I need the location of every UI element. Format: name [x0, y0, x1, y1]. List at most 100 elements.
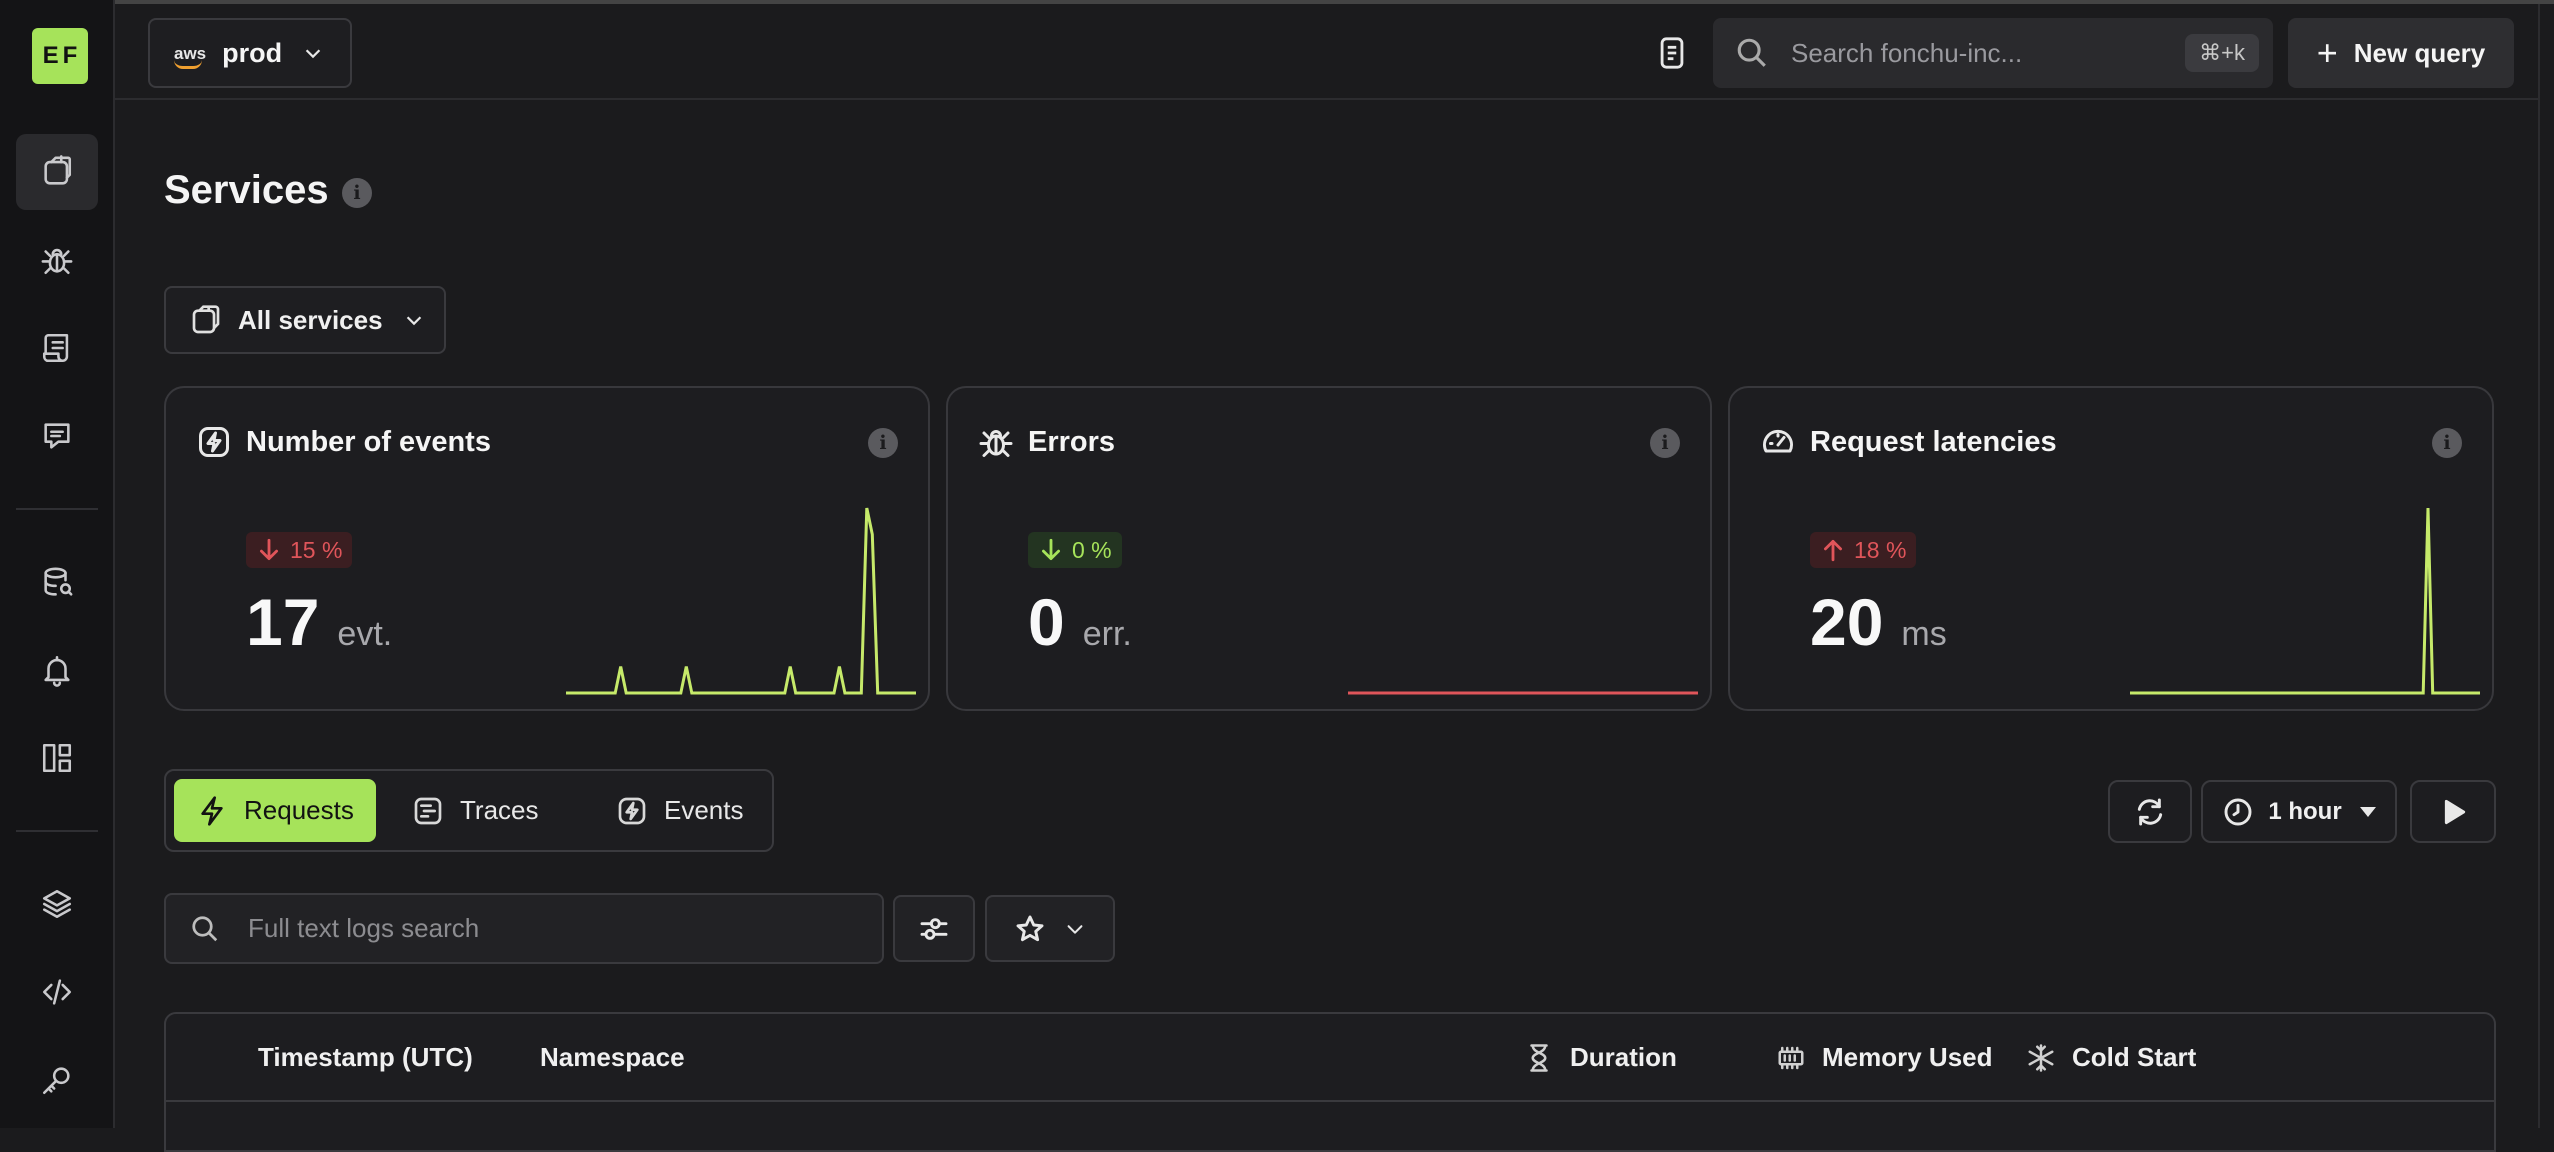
snowflake-icon [2028, 1043, 2054, 1072]
trend-badge: 15 % [246, 532, 353, 568]
bell-icon [44, 655, 70, 687]
trend-value: 0 % [1072, 536, 1112, 563]
tab-events[interactable]: Events [594, 779, 766, 842]
column-header-duration[interactable]: Duration [1524, 1042, 1677, 1073]
trend-badge: 18 % [1810, 532, 1917, 568]
metric-unit: evt. [337, 615, 393, 653]
sidebar-item-alerts[interactable] [16, 632, 98, 708]
tab-label: Traces [460, 795, 539, 825]
sparkline [566, 507, 916, 695]
sidebar: EF [0, 0, 115, 1128]
sparkline-series [2130, 507, 2480, 695]
metric-number: 17 [246, 585, 320, 659]
tab-label: Requests [244, 795, 354, 825]
sidebar-item-services[interactable] [16, 134, 98, 210]
search-icon [1737, 38, 1766, 67]
top-bar: aws prod Search fonchu-inc... ⌘+k + New … [115, 0, 2554, 100]
saved-queries-dropdown[interactable] [985, 895, 1115, 962]
column-header-cold-start[interactable]: Cold Start [2026, 1042, 2196, 1073]
code-icon [42, 979, 72, 1005]
column-header-memory-used[interactable]: Memory Used [1776, 1042, 1993, 1073]
sidebar-item-dashboards[interactable] [16, 720, 98, 796]
play-button[interactable] [2410, 780, 2496, 843]
logs-search-input[interactable]: Full text logs search [164, 893, 884, 964]
chevron-down-icon [305, 49, 321, 59]
metric-unit: err. [1082, 615, 1132, 653]
new-query-button[interactable]: + New query [2288, 18, 2514, 88]
card-title: Request latencies [1810, 426, 2057, 458]
column-label: Duration [1570, 1042, 1677, 1072]
column-label: Namespace [540, 1042, 685, 1072]
column-label: Memory Used [1822, 1042, 1993, 1072]
hourglass-icon [1530, 1043, 1548, 1072]
sidebar-item-code[interactable] [16, 954, 98, 1030]
arrow-down-icon [1042, 538, 1060, 561]
aws-logo: aws [174, 43, 207, 69]
play-icon [2444, 799, 2466, 824]
metric-number: 0 [1028, 585, 1065, 659]
clock-icon [2224, 798, 2252, 825]
time-range-label: 1 hour [2268, 797, 2342, 825]
column-label: Timestamp (UTC) [258, 1042, 473, 1072]
memory-chip-icon [1778, 1046, 1804, 1069]
page-scrollbar[interactable] [2538, 4, 2554, 1128]
time-range-selector[interactable]: 1 hour [2201, 780, 2397, 843]
sidebar-item-keys[interactable] [16, 1042, 98, 1118]
service-filter-dropdown[interactable]: All services [164, 286, 446, 354]
sidebar-divider [16, 830, 98, 832]
global-search[interactable]: Search fonchu-inc... ⌘+k [1713, 18, 2273, 88]
search-shortcut: ⌘+k [2185, 34, 2259, 72]
info-icon[interactable]: i [868, 428, 898, 458]
sidebar-item-integrations[interactable] [16, 866, 98, 942]
chevron-down-icon [1067, 924, 1083, 934]
page-title: Services [164, 168, 329, 212]
environment-label: prod [222, 37, 283, 68]
filters-button[interactable] [893, 895, 975, 962]
trend-badge: 0 % [1028, 532, 1122, 568]
metric-value: 20 ms [1810, 584, 1947, 660]
card-errors: Errors i 0 % 0 err. [946, 386, 1712, 711]
card-number-of-events: Number of events i 15 % 17 evt. [164, 386, 930, 711]
requests-table: Timestamp (UTC) Namespace Duration Memor… [164, 1012, 2496, 1152]
service-filter-label: All services [238, 304, 383, 335]
sliders-icon [920, 917, 948, 940]
column-header-namespace[interactable]: Namespace [540, 1042, 685, 1073]
chat-icon [44, 423, 70, 449]
metric-value: 17 evt. [246, 584, 392, 660]
tab-label: Events [664, 795, 744, 825]
tab-requests[interactable]: Requests [174, 779, 376, 842]
search-placeholder: Search fonchu-inc... [1791, 37, 2023, 68]
refresh-button[interactable] [2108, 780, 2192, 843]
caret-down-icon [2359, 806, 2376, 817]
event-icon [618, 797, 646, 824]
sidebar-item-logs[interactable] [16, 310, 98, 386]
cube-icon [44, 155, 72, 185]
document-icon[interactable] [1655, 36, 1689, 70]
card-title: Number of events [246, 426, 491, 458]
info-icon[interactable]: i [1650, 428, 1680, 458]
sidebar-divider [16, 508, 98, 510]
sidebar-item-messages[interactable] [16, 398, 98, 474]
sparkline-series [566, 507, 916, 695]
sparkline [1348, 691, 1698, 695]
cube-icon [192, 305, 220, 334]
trend-value: 18 % [1854, 536, 1907, 563]
info-icon[interactable]: i [2432, 428, 2462, 458]
traces-icon [414, 797, 442, 824]
bug-icon [979, 430, 1013, 457]
metric-unit: ms [1901, 615, 1947, 653]
info-icon[interactable]: i [342, 178, 372, 208]
org-logo[interactable]: EF [32, 28, 88, 84]
dashboard-icon [42, 743, 72, 773]
card-title: Errors [1028, 426, 1116, 458]
logs-search-placeholder: Full text logs search [248, 913, 480, 943]
column-header-timestamp[interactable]: Timestamp (UTC) [258, 1042, 473, 1073]
sidebar-item-query[interactable] [16, 545, 98, 621]
star-icon [1016, 915, 1044, 941]
gauge-icon [1763, 429, 1793, 453]
trend-value: 15 % [290, 536, 343, 563]
environment-selector[interactable]: aws prod [148, 18, 352, 88]
tab-traces[interactable]: Traces [390, 779, 561, 842]
database-search-icon [44, 567, 73, 596]
sidebar-item-errors[interactable] [16, 222, 98, 298]
